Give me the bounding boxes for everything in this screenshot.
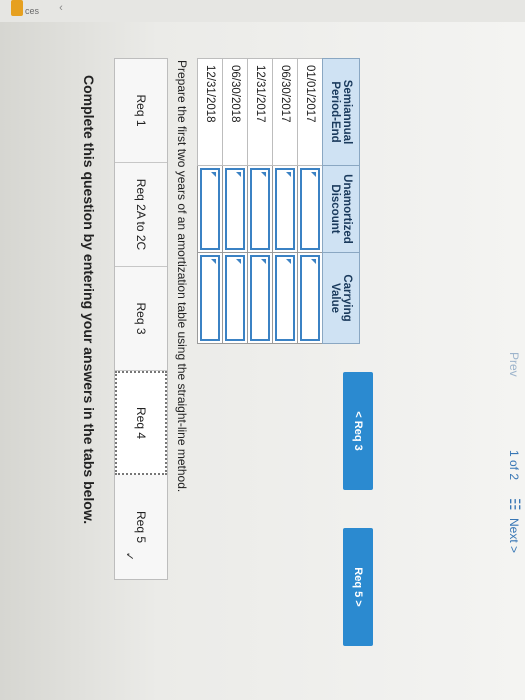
input-marker-icon xyxy=(261,172,266,177)
rotated-screen: ‹ ces Complete this question by entering… xyxy=(0,0,525,700)
tab-req-1[interactable]: Req 1 xyxy=(115,59,167,163)
carrying-input-cell[interactable] xyxy=(272,252,298,344)
tab-label: Req 1 xyxy=(134,94,148,127)
discount-input[interactable] xyxy=(225,168,245,250)
sidebar-arrow-icon: ‹ xyxy=(59,1,63,14)
carrying-input[interactable] xyxy=(275,255,295,341)
amortization-table: Semiannual Period-End Unamortized Discou… xyxy=(197,58,360,344)
carrying-input-cell[interactable] xyxy=(297,252,323,344)
column-header-period: Semiannual Period-End xyxy=(322,58,360,166)
period-cell: 06/30/2018 xyxy=(222,58,248,166)
discount-input[interactable] xyxy=(300,168,320,250)
discount-input-cell[interactable] xyxy=(222,165,248,253)
discount-input[interactable] xyxy=(250,168,270,250)
pager-prev-link[interactable]: Prev xyxy=(507,352,521,377)
period-cell: 12/31/2018 xyxy=(197,58,223,166)
column-header-discount: Unamortized Discount xyxy=(322,165,360,253)
instruction-text: Complete this question by entering your … xyxy=(81,75,97,525)
carrying-input-cell[interactable] xyxy=(222,252,248,344)
table-row: 01/01/2017 xyxy=(297,58,323,344)
discount-input-cell[interactable] xyxy=(297,165,323,253)
table-row: 06/30/2018 xyxy=(222,58,248,344)
sidebar-marker xyxy=(11,0,23,16)
tab-req-5[interactable]: Req 5 ✓ xyxy=(115,475,167,579)
carrying-input[interactable] xyxy=(200,255,220,341)
prev-req-button[interactable]: < Req 3 xyxy=(343,372,373,490)
tab-req-3[interactable]: Req 3 xyxy=(115,267,167,371)
input-marker-icon xyxy=(236,259,241,264)
table-row: 12/31/2017 xyxy=(247,58,273,344)
tab-req-4[interactable]: Req 4 xyxy=(115,371,167,475)
input-marker-icon xyxy=(286,172,291,177)
input-marker-icon xyxy=(211,172,216,177)
input-marker-icon xyxy=(261,259,266,264)
input-marker-icon xyxy=(236,172,241,177)
question-card: Complete this question by entering your … xyxy=(0,40,525,700)
tab-req-2a-2c[interactable]: Req 2A to 2C xyxy=(115,163,167,267)
next-req-button[interactable]: Req 5 > xyxy=(343,528,373,646)
sidebar-text: ces xyxy=(25,6,40,16)
input-marker-icon xyxy=(311,172,316,177)
table-row: 06/30/2017 xyxy=(272,58,298,344)
tab-label: Req 3 xyxy=(134,302,148,335)
table-row: 12/31/2018 xyxy=(197,58,223,344)
discount-input-cell[interactable] xyxy=(197,165,223,253)
input-marker-icon xyxy=(311,259,316,264)
discount-input[interactable] xyxy=(275,168,295,250)
tab-label: Req 5 xyxy=(134,510,148,544)
req-tabs: Req 1 Req 2A to 2C Req 3 Req 4 Req 5 ✓ xyxy=(114,58,168,580)
period-cell: 06/30/2017 xyxy=(272,58,298,166)
tab-label: Req 2A to 2C xyxy=(134,178,148,251)
carrying-input[interactable] xyxy=(300,255,320,341)
input-marker-icon xyxy=(286,259,291,264)
pager-bar: Prev 1 of 2 ☷ Next > xyxy=(503,330,525,700)
carrying-input-cell[interactable] xyxy=(247,252,273,344)
pager-next-link[interactable]: Next > xyxy=(507,518,521,553)
carrying-input[interactable] xyxy=(225,255,245,341)
pager-position: 1 of 2 xyxy=(507,450,521,481)
period-cell: 12/31/2017 xyxy=(247,58,273,166)
check-icon: ✓ xyxy=(123,551,135,561)
carrying-input[interactable] xyxy=(250,255,270,341)
carrying-input-cell[interactable] xyxy=(197,252,223,344)
left-sidebar-strip: ‹ ces xyxy=(0,0,525,22)
discount-input-cell[interactable] xyxy=(272,165,298,253)
discount-input-cell[interactable] xyxy=(247,165,273,253)
grid-icon[interactable]: ☷ xyxy=(506,498,523,511)
column-header-carrying: Carrying Value xyxy=(322,252,360,344)
discount-input[interactable] xyxy=(200,168,220,250)
input-marker-icon xyxy=(211,259,216,264)
period-cell: 01/01/2017 xyxy=(297,58,323,166)
prompt-text: Prepare the first two years of an amorti… xyxy=(175,60,189,493)
tab-label: Req 4 xyxy=(134,406,148,440)
